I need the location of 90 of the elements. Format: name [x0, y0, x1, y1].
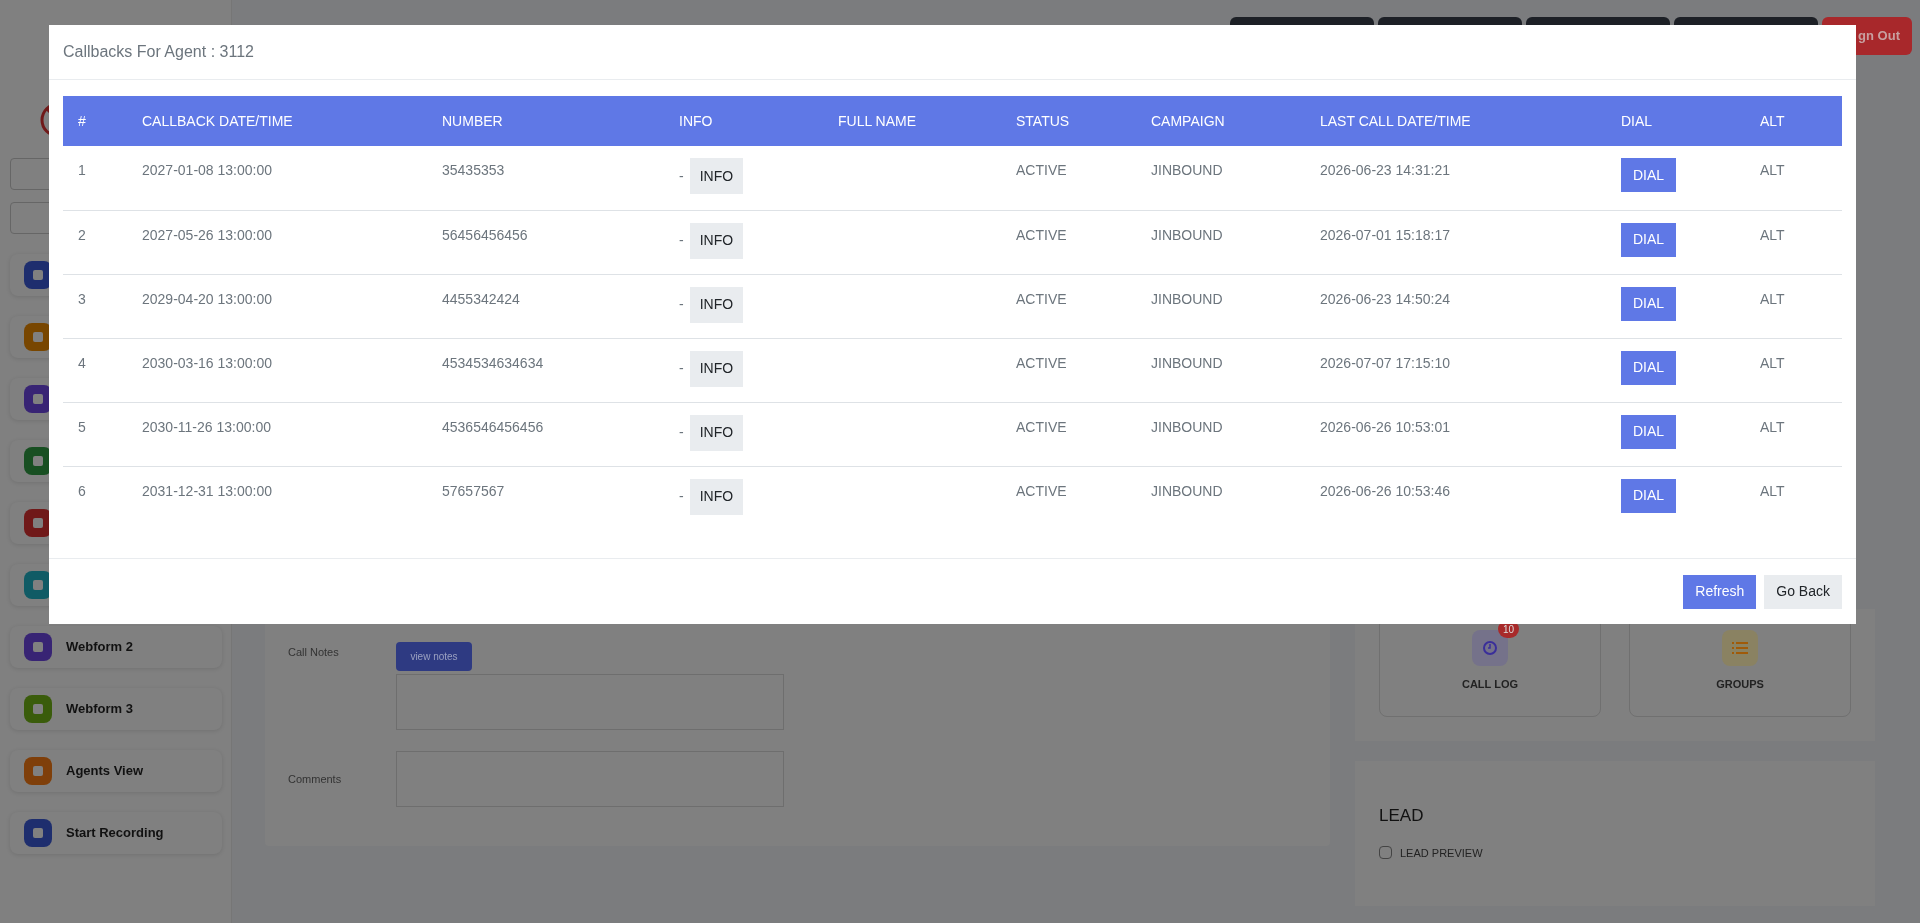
menu-label: Webform 2	[66, 638, 133, 657]
section-title: LEAD	[1379, 805, 1425, 827]
table-cell: 2030-03-16 13:00:00	[127, 338, 427, 402]
table-cell: ACTIVE	[1001, 146, 1136, 210]
table-cell: JINBOUND	[1136, 402, 1305, 466]
back-button[interactable]: Go Back	[1764, 574, 1842, 609]
table-cell: 4536546456456	[427, 402, 664, 466]
refresh-button[interactable]: Refresh	[1683, 574, 1757, 609]
table-cell: JINBOUND	[1136, 210, 1305, 274]
table-cell: 2026-06-26 10:53:01	[1305, 402, 1606, 466]
info-button[interactable]: INFO	[689, 478, 744, 515]
dash-text: -	[679, 359, 684, 378]
column-header: FULL NAME	[823, 96, 1001, 146]
table-cell: ALT	[1745, 402, 1842, 466]
table-cell: JINBOUND	[1136, 146, 1305, 210]
table-cell: 4534534634634	[427, 338, 664, 402]
table-cell: 2026-06-26 10:53:46	[1305, 466, 1606, 530]
table-cell: ACTIVE	[1001, 274, 1136, 338]
table-cell: ACTIVE	[1001, 466, 1136, 530]
table-cell: 2029-04-20 13:00:00	[127, 274, 427, 338]
tile-label: GROUPS	[1716, 677, 1764, 692]
table-cell: 2027-05-26 13:00:00	[127, 210, 427, 274]
dash-text: -	[679, 423, 684, 442]
table-cell: ALT	[1745, 338, 1842, 402]
info-button[interactable]: INFO	[689, 222, 744, 259]
dial-button[interactable]: DIAL	[1621, 414, 1677, 449]
info-button[interactable]: INFO	[689, 350, 744, 387]
table-cell: 2026-06-23 14:50:24	[1305, 274, 1606, 338]
table-cell: JINBOUND	[1136, 466, 1305, 530]
column-header: NUMBER	[427, 96, 664, 146]
column-header: LAST CALL DATE/TIME	[1305, 96, 1606, 146]
column-header: ALT	[1745, 96, 1842, 146]
dial-button[interactable]: DIAL	[1621, 350, 1677, 385]
info-button[interactable]: INFO	[689, 286, 744, 323]
sidebar-item[interactable]: Agents View	[10, 750, 222, 792]
table-cell: 4	[63, 338, 127, 402]
column-header: INFO	[664, 96, 823, 146]
table-cell: 2026-06-23 14:31:21	[1305, 146, 1606, 210]
table-cell: 2026-07-01 15:18:17	[1305, 210, 1606, 274]
table-cell: ALT	[1745, 210, 1842, 274]
table-cell: 35435353	[427, 146, 664, 210]
sidebar-item[interactable]: Webform 2	[10, 626, 222, 668]
table-cell: 2030-11-26 13:00:00	[127, 402, 427, 466]
info-button[interactable]: INFO	[689, 414, 744, 451]
table-cell: 1	[63, 146, 127, 210]
menu-label: Webform 3	[66, 700, 133, 719]
table-cell: 4455342424	[427, 274, 664, 338]
menu-label: Agents View	[66, 762, 144, 781]
table-cell: 6	[63, 466, 127, 530]
menu-label: Start Recording	[66, 824, 164, 843]
column-header: #	[63, 96, 127, 146]
table-cell: 2026-07-07 17:15:10	[1305, 338, 1606, 402]
checkbox[interactable]	[1379, 846, 1392, 860]
view-notes-button[interactable]: view notes	[396, 642, 472, 671]
table-cell: JINBOUND	[1136, 338, 1305, 402]
table-cell: ALT	[1745, 274, 1842, 338]
table-cell: 5	[63, 402, 127, 466]
dash-text: -	[679, 487, 684, 506]
list-icon	[1722, 630, 1758, 666]
dash-text: -	[679, 231, 684, 250]
table-cell: JINBOUND	[1136, 274, 1305, 338]
dial-button[interactable]: DIAL	[1621, 286, 1677, 321]
table-cell: 2031-12-31 13:00:00	[127, 466, 427, 530]
sidebar-item[interactable]: Webform 3	[10, 688, 222, 730]
dash-text: -	[679, 295, 684, 314]
column-header: STATUS	[1001, 96, 1136, 146]
table-cell: 3	[63, 274, 127, 338]
dial-button[interactable]: DIAL	[1621, 478, 1677, 513]
dial-button[interactable]: DIAL	[1621, 222, 1677, 257]
table-cell: 56456456456	[427, 210, 664, 274]
info-button[interactable]: INFO	[689, 158, 744, 194]
modal-title: Callbacks For Agent : 3112	[63, 42, 254, 62]
table-cell: ACTIVE	[1001, 338, 1136, 402]
column-header: DIAL	[1606, 96, 1745, 146]
table-cell: 2	[63, 210, 127, 274]
dash-text: -	[679, 166, 684, 186]
table-cell: 2027-01-08 13:00:00	[127, 146, 427, 210]
table-cell: ACTIVE	[1001, 402, 1136, 466]
table-cell: ALT	[1745, 466, 1842, 530]
dial-button[interactable]: DIAL	[1621, 158, 1677, 192]
sidebar-item[interactable]: Start Recording	[10, 812, 222, 854]
column-header: CAMPAIGN	[1136, 96, 1305, 146]
table-cell: ALT	[1745, 146, 1842, 210]
field-label: Comments	[288, 771, 343, 787]
tile-label: CALL LOG	[1462, 677, 1518, 692]
table-cell: ACTIVE	[1001, 210, 1136, 274]
column-header: CALLBACK DATE/TIME	[127, 96, 427, 146]
table-cell: 57657567	[427, 466, 664, 530]
checkbox-label: LEAD PREVIEW	[1400, 845, 1483, 861]
field-label: Call Notes	[288, 645, 340, 660]
